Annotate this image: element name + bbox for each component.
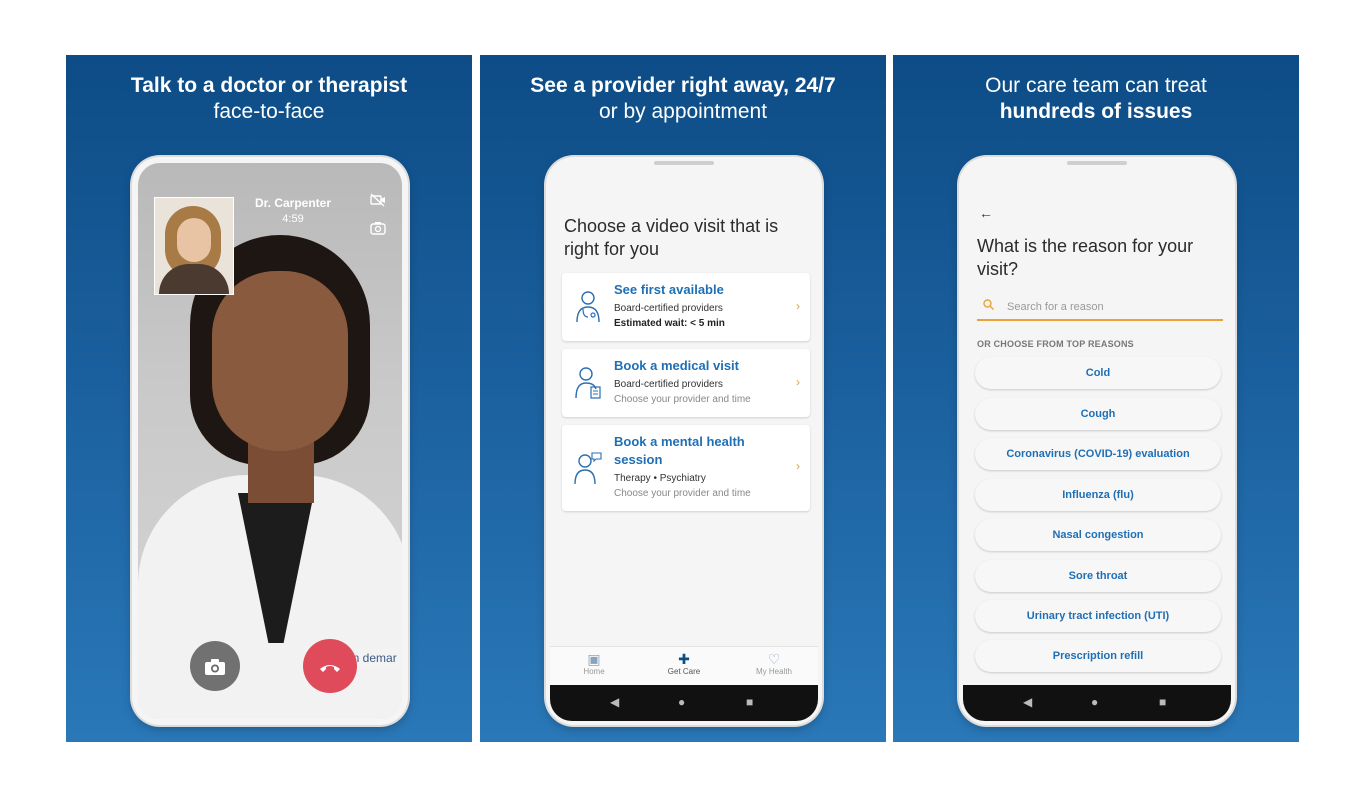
video-off-icon[interactable] [370, 193, 386, 210]
tab-get-care[interactable]: ✚ Get Care [654, 651, 714, 676]
headline-bold: Talk to a doctor or therapist [130, 74, 408, 97]
chevron-right-icon: › [796, 375, 800, 389]
card-detail: Estimated wait: < 5 min [614, 318, 725, 329]
phone-mockup: ← What is the reason for your visit? Sea… [959, 157, 1235, 725]
phone-speaker [1067, 161, 1127, 165]
recents-nav-icon[interactable]: ■ [1159, 695, 1166, 709]
android-nav-bar: ◀ ● ■ [963, 685, 1231, 721]
headline-bold: See a provider right away, 24/7 [530, 74, 836, 97]
visit-option-first-available[interactable]: See first available Board-certified prov… [562, 273, 810, 341]
phone-screen: ← What is the reason for your visit? Sea… [963, 167, 1231, 721]
thumb-body [159, 264, 229, 294]
video-feed: Dr. Carpenter 4:59 on demar [138, 163, 402, 719]
doctor-name: Dr. Carpenter [254, 196, 332, 210]
tab-label: Home [583, 667, 605, 676]
card-detail: Choose your provider and time [614, 394, 751, 405]
therapist-icon [574, 451, 602, 485]
tab-my-health[interactable]: ♡ My Health [744, 651, 804, 676]
recents-nav-icon[interactable]: ■ [746, 695, 753, 709]
reason-chip-cold[interactable]: Cold [975, 357, 1221, 389]
reason-chip-prescription-refill[interactable]: Prescription refill [975, 640, 1221, 672]
chevron-right-icon: › [796, 459, 800, 473]
hang-up-icon [320, 665, 340, 673]
reason-chip-covid[interactable]: Coronavirus (COVID-19) evaluation [975, 438, 1221, 470]
headline-bold: hundreds of issues [999, 100, 1193, 123]
promo-panel-video-call: Talk to a doctor or therapist face-to-fa… [66, 55, 472, 742]
tab-label: My Health [755, 667, 792, 676]
reason-chip-cough[interactable]: Cough [975, 398, 1221, 430]
end-call-button[interactable] [303, 639, 357, 693]
home-icon: ▣ [587, 651, 601, 667]
card-title: See first available [614, 282, 724, 297]
headline-light: or by appointment [598, 100, 768, 123]
reason-chip-sore-throat[interactable]: Sore throat [975, 560, 1221, 592]
promo-panel-provider: See a provider right away, 24/7 or by ap… [480, 55, 886, 742]
home-nav-icon[interactable]: ● [1091, 695, 1098, 709]
call-timer: 4:59 [282, 213, 304, 225]
visit-option-mental-health[interactable]: Book a mental health session Therapy • P… [562, 425, 810, 511]
doctor-clipboard-icon [574, 365, 602, 399]
bottom-tab-bar: ▣ Home ✚ Get Care ♡ My Health [550, 646, 818, 685]
thumb-face [177, 218, 211, 262]
back-nav-icon[interactable]: ◀ [1023, 695, 1032, 709]
reason-chip-flu[interactable]: Influenza (flu) [975, 479, 1221, 511]
camera-button[interactable] [190, 641, 240, 691]
camera-icon [205, 658, 225, 675]
screen-title: What is the reason for your visit? [977, 236, 1194, 279]
headline-light: Our care team can treat [985, 74, 1207, 97]
panel-headline: Talk to a doctor or therapist face-to-fa… [66, 73, 472, 125]
card-subtitle: Board-certified providers [614, 379, 723, 390]
back-nav-icon[interactable]: ◀ [610, 695, 619, 709]
phone-speaker [654, 161, 714, 165]
tab-home[interactable]: ▣ Home [564, 651, 624, 676]
android-nav-bar: ◀ ● ■ [550, 685, 818, 721]
screen-title: Choose a video visit that is right for y… [564, 216, 779, 259]
card-subtitle: Therapy • Psychiatry [614, 473, 706, 484]
home-nav-icon[interactable]: ● [678, 695, 685, 709]
reason-chip-nasal-congestion[interactable]: Nasal congestion [975, 519, 1221, 551]
headline-light: face-to-face [213, 100, 325, 123]
card-detail: Choose your provider and time [614, 488, 751, 499]
section-label: OR CHOOSE FROM TOP REASONS [977, 339, 1134, 349]
reason-search-field[interactable]: Search for a reason [977, 295, 1223, 321]
heart-pulse-icon: ♡ [767, 651, 781, 667]
medical-kit-icon: ✚ [678, 651, 690, 667]
phone-mockup: Dr. Carpenter 4:59 on demar [132, 157, 408, 725]
back-arrow-icon[interactable]: ← [979, 205, 993, 221]
panel-headline: Our care team can treat hundreds of issu… [893, 73, 1299, 125]
doctor-icon [574, 289, 602, 323]
chevron-right-icon: › [796, 299, 800, 313]
card-title: Book a medical visit [614, 358, 739, 373]
panel-headline: See a provider right away, 24/7 or by ap… [480, 73, 886, 125]
card-subtitle: Board-certified providers [614, 303, 723, 314]
switch-camera-icon[interactable] [370, 221, 386, 238]
promo-panel-reasons: Our care team can treat hundreds of issu… [893, 55, 1299, 742]
search-icon [983, 299, 994, 313]
phone-mockup: Choose a video visit that is right for y… [546, 157, 822, 725]
visit-option-medical[interactable]: Book a medical visit Board-certified pro… [562, 349, 810, 417]
search-placeholder: Search for a reason [1007, 301, 1104, 313]
self-view-thumbnail[interactable] [154, 197, 234, 295]
tab-label: Get Care [667, 667, 701, 676]
doctor-face [212, 271, 348, 451]
reason-chip-uti[interactable]: Urinary tract infection (UTI) [975, 600, 1221, 632]
phone-screen: Choose a video visit that is right for y… [550, 167, 818, 721]
card-title: Book a mental health session [614, 434, 745, 467]
